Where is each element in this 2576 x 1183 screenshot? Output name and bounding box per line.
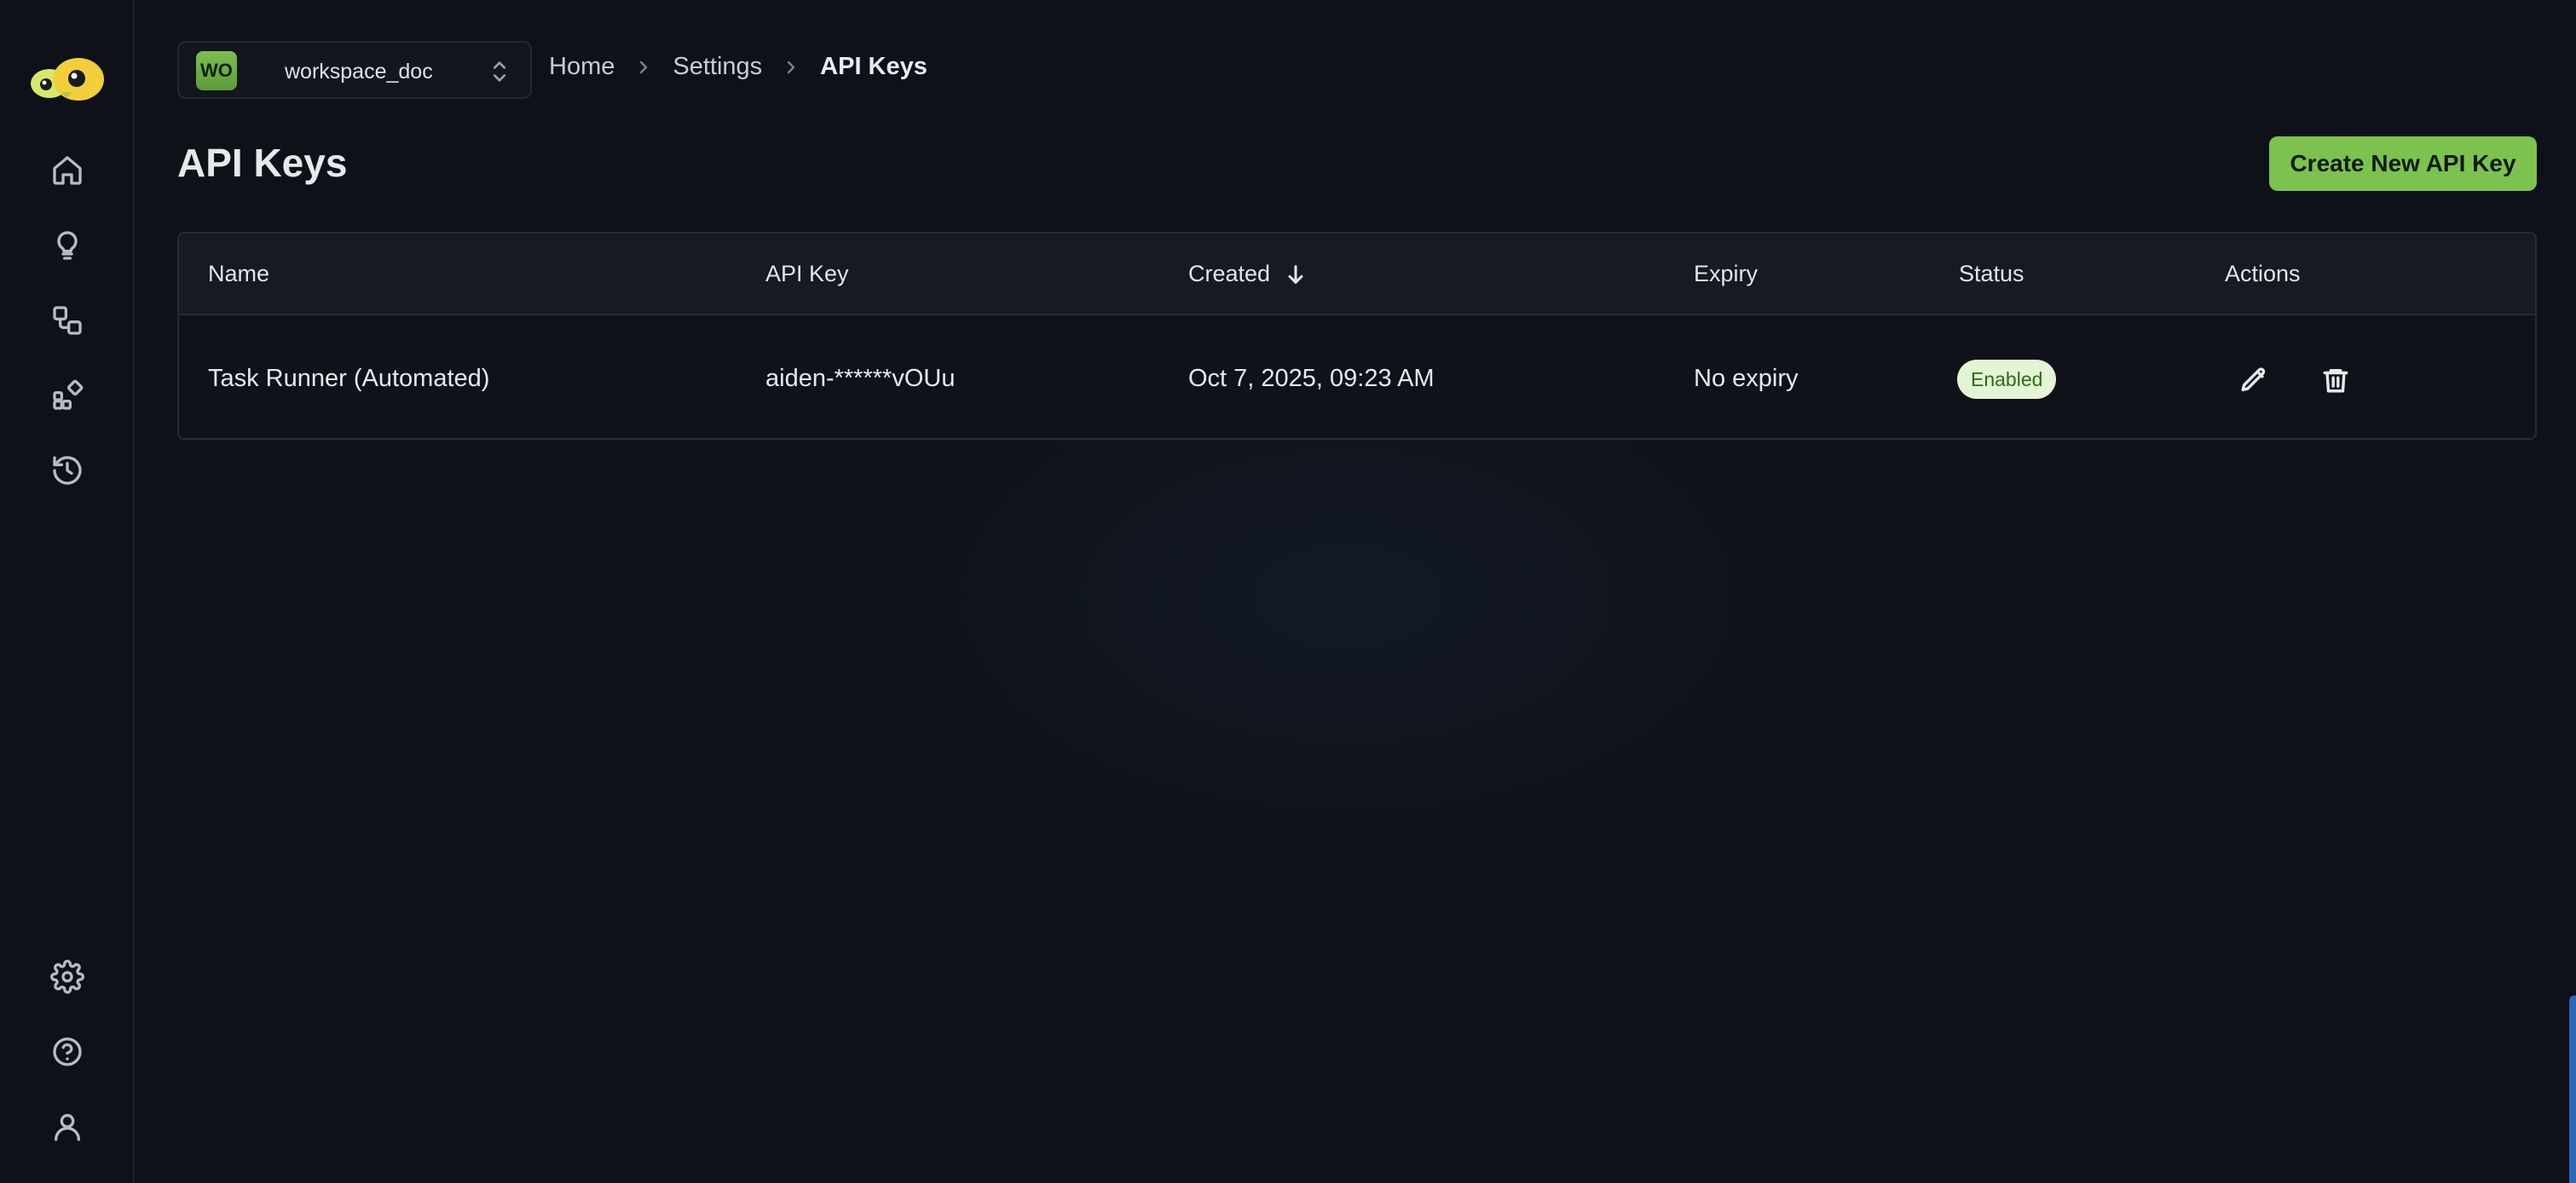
- chevron-up-down-icon: [488, 58, 511, 85]
- chevron-right-icon: [781, 56, 801, 77]
- column-header-created[interactable]: Created: [1188, 261, 1308, 287]
- app-logo[interactable]: [27, 55, 106, 104]
- delete-button[interactable]: [2315, 360, 2356, 401]
- status-badge: Enabled: [1957, 360, 2057, 399]
- breadcrumb: Home Settings API Keys: [549, 48, 927, 85]
- pencil-icon: [2241, 367, 2266, 392]
- user-icon[interactable]: [47, 1106, 88, 1147]
- workspace-avatar: WO: [196, 51, 237, 90]
- column-header-api-key: API Key: [765, 261, 849, 286]
- column-header-name: Name: [208, 261, 270, 286]
- home-icon[interactable]: [47, 150, 88, 191]
- row-name: Task Runner (Automated): [208, 365, 490, 392]
- trash-icon: [2323, 368, 2348, 393]
- breadcrumb-home[interactable]: Home: [549, 53, 615, 81]
- column-header-expiry: Expiry: [1694, 261, 1759, 286]
- side-panel-tab[interactable]: [2569, 995, 2576, 1183]
- gear-icon[interactable]: [47, 956, 88, 997]
- edit-button[interactable]: [2233, 360, 2274, 401]
- lightbulb-icon[interactable]: [47, 225, 88, 266]
- create-api-key-button[interactable]: Create New API Key: [2269, 136, 2537, 191]
- column-header-created-label: Created: [1188, 261, 1271, 286]
- workspace-selector[interactable]: WO workspace_doc: [177, 41, 532, 99]
- column-header-actions: Actions: [2225, 261, 2301, 286]
- sidebar: [0, 0, 135, 1183]
- table-header: Name API Key Created Expiry Status Actio…: [179, 234, 2535, 315]
- row-created: Oct 7, 2025, 09:23 AM: [1188, 365, 1435, 392]
- help-icon[interactable]: [47, 1031, 88, 1072]
- column-header-status: Status: [1959, 261, 2024, 286]
- workflow-icon[interactable]: [47, 300, 88, 341]
- chevron-right-icon: [633, 56, 654, 77]
- api-keys-table: Name API Key Created Expiry Status Actio…: [177, 232, 2537, 440]
- row-api-key: aiden-******vOUu: [765, 365, 956, 392]
- apps-icon[interactable]: [47, 375, 88, 416]
- app-root: WO workspace_doc Home Settings API Keys …: [0, 0, 2576, 1183]
- arrow-down-icon: [1288, 264, 1303, 284]
- breadcrumb-current: API Keys: [820, 52, 927, 80]
- workspace-name: workspace_doc: [285, 60, 433, 84]
- breadcrumb-settings[interactable]: Settings: [673, 53, 762, 81]
- history-icon[interactable]: [47, 450, 88, 491]
- page-title: API Keys: [177, 141, 348, 185]
- row-expiry: No expiry: [1694, 365, 1799, 392]
